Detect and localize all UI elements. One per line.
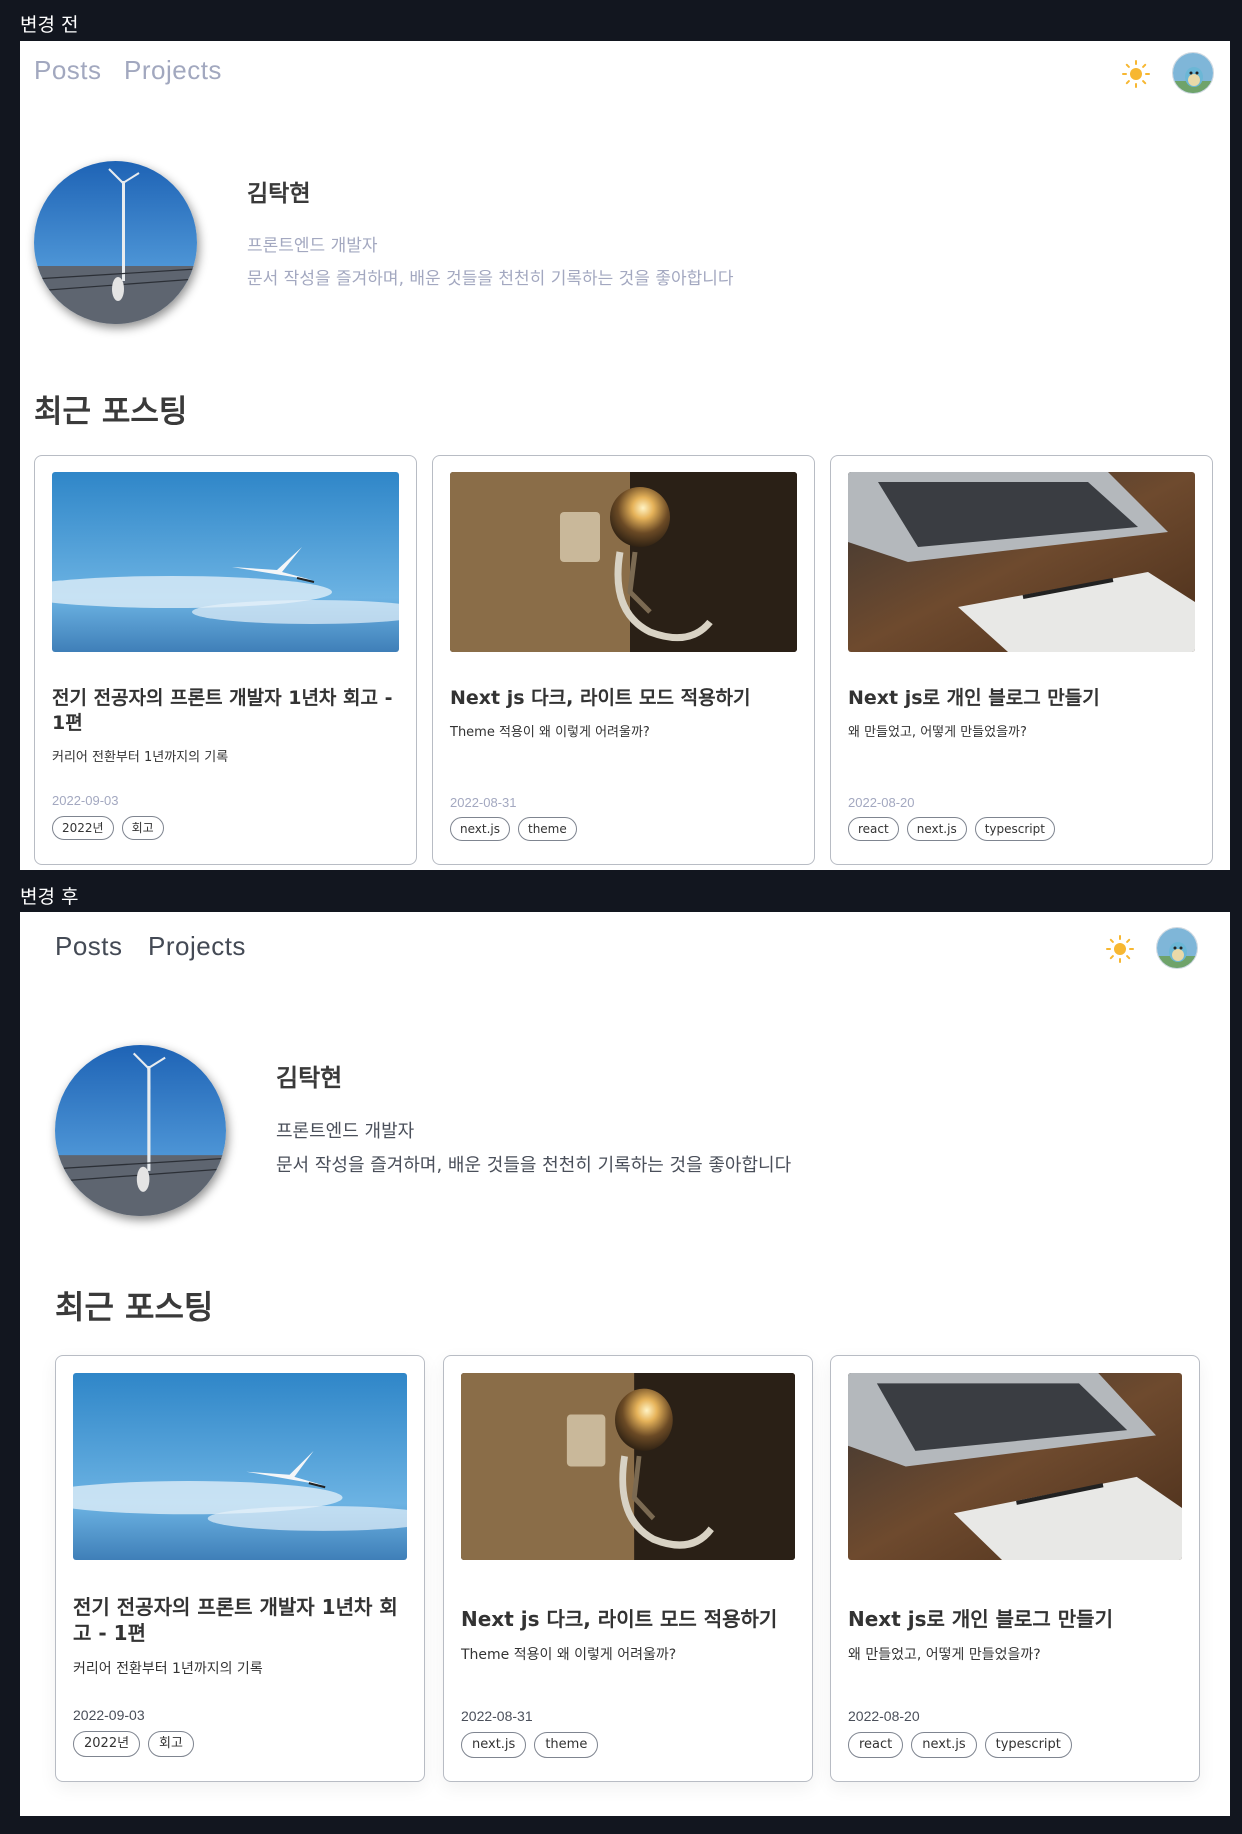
post-tags: 2022년 회고 <box>52 816 164 840</box>
post-thumbnail <box>848 472 1195 652</box>
profile-name: 김탁현 <box>276 1064 343 1092</box>
profile-photo <box>55 1045 226 1216</box>
post-thumbnail <box>461 1373 795 1560</box>
post-title[interactable]: Next js 다크, 라이트 모드 적용하기 <box>461 1606 796 1632</box>
post-date: 2022-09-03 <box>52 793 119 808</box>
profile-intro: 문서 작성을 즐겨하며, 배운 것들을 천천히 기록하는 것을 좋아합니다 <box>247 269 734 289</box>
post-subtitle: 왜 만들었고, 어떻게 만들었을까? <box>848 725 1027 740</box>
post-card[interactable]: Next js 다크, 라이트 모드 적용하기 Theme 적용이 왜 이렇게 … <box>443 1355 813 1782</box>
nav-projects-link[interactable]: Projects <box>124 55 222 86</box>
tag[interactable]: 2022년 <box>52 816 114 840</box>
tag[interactable]: typescript <box>984 1732 1072 1758</box>
tag[interactable]: theme <box>534 1732 599 1758</box>
post-tags: next.js theme <box>461 1732 599 1758</box>
profile-role: 프론트엔드 개발자 <box>276 1121 415 1142</box>
post-tags: react next.js typescript <box>848 817 1055 841</box>
profile-role: 프론트엔드 개발자 <box>247 236 378 256</box>
nav-projects-link[interactable]: Projects <box>148 931 246 962</box>
nav-posts-link[interactable]: Posts <box>55 931 123 962</box>
after-label: 변경 후 <box>20 886 79 908</box>
avatar-icon <box>1157 928 1197 968</box>
sun-icon[interactable] <box>1105 934 1135 964</box>
post-subtitle: 커리어 전환부터 1년까지의 기록 <box>73 1661 263 1677</box>
tag[interactable]: 회고 <box>148 1731 194 1757</box>
post-tags: 2022년 회고 <box>73 1731 194 1757</box>
post-title[interactable]: Next js로 개인 블로그 만들기 <box>848 1606 1183 1632</box>
tag[interactable]: typescript <box>974 817 1055 841</box>
post-title[interactable]: 전기 전공자의 프론트 개발자 1년차 회고 - 1편 <box>52 686 402 735</box>
post-card[interactable]: 전기 전공자의 프론트 개발자 1년차 회고 - 1편 커리어 전환부터 1년까… <box>34 455 417 865</box>
nav-posts-link[interactable]: Posts <box>34 55 102 86</box>
tag[interactable]: 회고 <box>121 816 164 840</box>
post-date: 2022-08-20 <box>848 1708 920 1724</box>
post-subtitle: Theme 적용이 왜 이렇게 어려울까? <box>461 1647 677 1663</box>
tag[interactable]: next.js <box>450 817 510 841</box>
sun-icon[interactable] <box>1121 59 1151 89</box>
post-card[interactable]: Next js 다크, 라이트 모드 적용하기 Theme 적용이 왜 이렇게 … <box>432 455 815 865</box>
tag[interactable]: 2022년 <box>73 1731 141 1757</box>
profile-photo <box>34 161 197 324</box>
post-date: 2022-08-31 <box>461 1708 533 1724</box>
recent-posts-title: 최근 포스팅 <box>34 394 188 430</box>
post-tags: react next.js typescript <box>848 1732 1072 1758</box>
tag[interactable]: theme <box>517 817 577 841</box>
post-subtitle: 커리어 전환부터 1년까지의 기록 <box>52 750 229 765</box>
post-thumbnail <box>52 472 399 652</box>
post-date: 2022-08-20 <box>848 795 915 810</box>
post-tags: next.js theme <box>450 817 577 841</box>
post-thumbnail <box>848 1373 1182 1560</box>
recent-posts-title: 최근 포스팅 <box>55 1288 214 1326</box>
post-title[interactable]: Next js 다크, 라이트 모드 적용하기 <box>450 686 800 711</box>
tag[interactable]: next.js <box>461 1732 527 1758</box>
tag[interactable]: react <box>848 817 899 841</box>
avatar[interactable] <box>1156 927 1198 969</box>
tag[interactable]: next.js <box>911 1732 977 1758</box>
after-screenshot: Posts Projects 김탁현 프론트엔드 개발자 문서 작성을 즐겨하며… <box>20 912 1230 1816</box>
post-thumbnail <box>450 472 797 652</box>
avatar-icon <box>1173 53 1213 93</box>
post-subtitle: Theme 적용이 왜 이렇게 어려울까? <box>450 725 650 740</box>
post-subtitle: 왜 만들었고, 어떻게 만들었을까? <box>848 1647 1041 1663</box>
post-thumbnail <box>73 1373 407 1560</box>
before-label: 변경 전 <box>20 14 79 36</box>
tag[interactable]: next.js <box>906 817 967 841</box>
profile-name: 김탁현 <box>247 181 311 207</box>
tag[interactable]: react <box>848 1732 904 1758</box>
post-card[interactable]: Next js로 개인 블로그 만들기 왜 만들었고, 어떻게 만들었을까? 2… <box>830 455 1213 865</box>
post-date: 2022-09-03 <box>73 1707 145 1723</box>
post-title[interactable]: Next js로 개인 블로그 만들기 <box>848 686 1198 711</box>
profile-intro: 문서 작성을 즐겨하며, 배운 것들을 천천히 기록하는 것을 좋아합니다 <box>276 1155 792 1176</box>
post-card[interactable]: Next js로 개인 블로그 만들기 왜 만들었고, 어떻게 만들었을까? 2… <box>830 1355 1200 1782</box>
avatar[interactable] <box>1172 52 1214 94</box>
post-title[interactable]: 전기 전공자의 프론트 개발자 1년차 회고 - 1편 <box>73 1594 408 1646</box>
post-card[interactable]: 전기 전공자의 프론트 개발자 1년차 회고 - 1편 커리어 전환부터 1년까… <box>55 1355 425 1782</box>
before-screenshot: Posts Projects 김탁현 프론트엔드 개발자 문서 작성을 즐겨하며… <box>20 41 1230 870</box>
post-date: 2022-08-31 <box>450 795 517 810</box>
